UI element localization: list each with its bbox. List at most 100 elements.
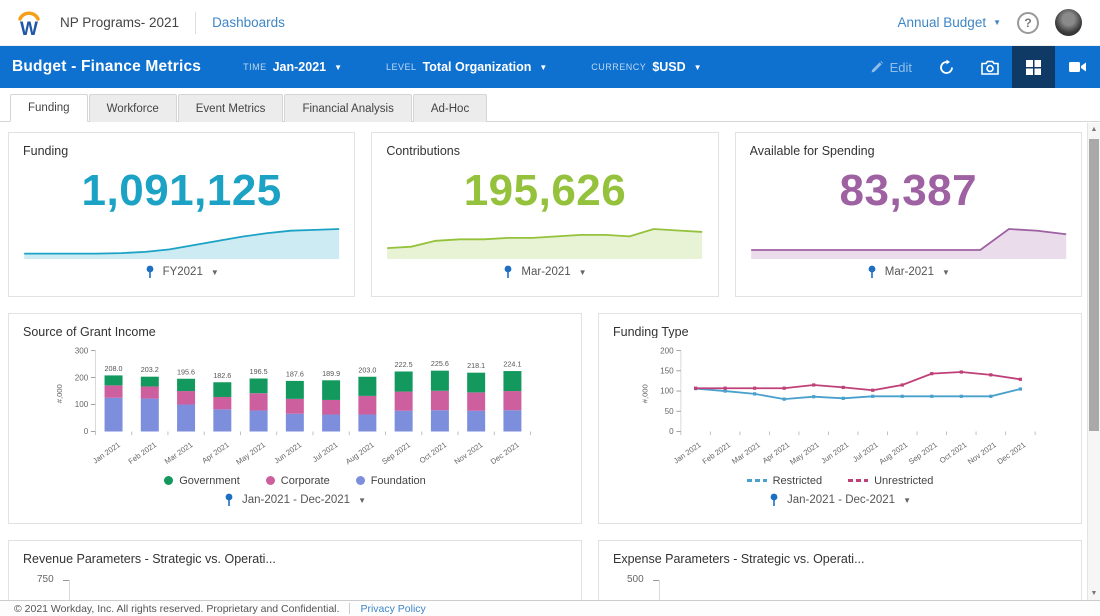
data-point[interactable]: [959, 394, 963, 398]
help-icon[interactable]: ?: [1017, 11, 1039, 34]
data-point[interactable]: [900, 382, 904, 387]
bar-segment-foundation[interactable]: [358, 414, 377, 432]
bar-segment-corporate[interactable]: [104, 384, 123, 398]
bar-segment-corporate[interactable]: [358, 395, 377, 415]
legend-item-corporate[interactable]: Corporate: [265, 475, 330, 487]
data-point[interactable]: [841, 385, 845, 389]
tab-event-metrics[interactable]: Event Metrics: [177, 94, 284, 122]
data-point[interactable]: [1018, 377, 1022, 381]
bar-segment-government[interactable]: [249, 378, 268, 393]
annual-budget-menu[interactable]: Annual Budget ▼: [898, 15, 1002, 30]
bar-segment-foundation[interactable]: [104, 397, 123, 432]
pin-icon: [770, 493, 778, 507]
legend-item-government[interactable]: Government: [164, 475, 240, 487]
data-point[interactable]: [723, 386, 727, 390]
data-point[interactable]: [900, 394, 904, 398]
data-point[interactable]: [753, 386, 757, 390]
screenshot-button[interactable]: [968, 46, 1012, 88]
x-tick-label: Jul 2021: [311, 440, 340, 464]
refresh-button[interactable]: [925, 46, 968, 88]
bar-segment-foundation[interactable]: [249, 410, 268, 432]
bar-segment-foundation[interactable]: [430, 409, 449, 432]
data-point[interactable]: [989, 372, 993, 377]
bar-segment-government[interactable]: [503, 370, 522, 391]
dashboards-link[interactable]: Dashboards: [212, 15, 285, 30]
bar-segment-foundation[interactable]: [285, 413, 304, 432]
funding-type-legend: Restricted Unrestricted: [613, 472, 1067, 488]
funding-period-selector[interactable]: FY2021 ▼: [23, 259, 340, 285]
bar-segment-foundation[interactable]: [140, 398, 159, 432]
bar-segment-corporate[interactable]: [322, 399, 341, 415]
data-point[interactable]: [959, 370, 963, 374]
pin-icon: [225, 493, 233, 507]
bar-segment-government[interactable]: [430, 370, 449, 391]
currency-filter[interactable]: CURRENCY $USD ▼: [591, 60, 701, 74]
bar-segment-corporate[interactable]: [249, 392, 268, 411]
bar-segment-foundation[interactable]: [394, 410, 413, 432]
data-point[interactable]: [723, 389, 727, 393]
bar-segment-corporate[interactable]: [467, 391, 486, 411]
funding-type-period-selector[interactable]: Jan-2021 - Dec-2021 ▼: [613, 489, 1067, 512]
scrollbar-thumb[interactable]: [1089, 139, 1099, 431]
bar-segment-corporate[interactable]: [503, 390, 522, 410]
tab-workforce[interactable]: Workforce: [88, 94, 177, 122]
edit-button[interactable]: Edit: [857, 46, 925, 88]
tab-ad-hoc[interactable]: Ad-Hoc: [412, 94, 488, 122]
bar-segment-foundation[interactable]: [322, 414, 341, 432]
bar-segment-government[interactable]: [467, 372, 486, 392]
bar-segment-foundation[interactable]: [177, 404, 196, 432]
bar-segment-government[interactable]: [394, 371, 413, 392]
data-point[interactable]: [694, 386, 698, 390]
grant-income-period-selector[interactable]: Jan-2021 - Dec-2021 ▼: [23, 489, 567, 512]
legend-item-unrestricted[interactable]: Unrestricted: [848, 475, 933, 487]
data-point[interactable]: [812, 382, 816, 387]
data-point[interactable]: [782, 397, 786, 401]
bar-segment-government[interactable]: [285, 380, 304, 399]
video-button[interactable]: [1055, 46, 1100, 88]
bar-segment-corporate[interactable]: [430, 390, 449, 410]
bar-segment-government[interactable]: [358, 376, 377, 396]
privacy-policy-link[interactable]: Privacy Policy: [360, 603, 425, 615]
legend-item-foundation[interactable]: Foundation: [355, 475, 426, 487]
bar-segment-government[interactable]: [177, 378, 196, 391]
bar-segment-corporate[interactable]: [140, 386, 159, 399]
bar-segment-corporate[interactable]: [394, 391, 413, 411]
data-point[interactable]: [841, 396, 845, 400]
avatar[interactable]: [1055, 9, 1082, 36]
workday-logo-icon[interactable]: W: [14, 7, 44, 39]
chevron-down-icon: ▼: [358, 495, 366, 505]
contributions-period-selector[interactable]: Mar-2021 ▼: [386, 259, 703, 285]
data-point[interactable]: [930, 394, 934, 398]
data-point[interactable]: [989, 394, 993, 398]
bar-segment-foundation[interactable]: [213, 408, 232, 432]
tab-financial-analysis[interactable]: Financial Analysis: [284, 94, 412, 122]
dashboard-grid-button[interactable]: [1012, 46, 1055, 88]
data-point[interactable]: [930, 371, 934, 375]
vertical-scrollbar[interactable]: ▲ ▼: [1087, 123, 1100, 600]
x-tick-label: Aug 2021: [877, 440, 909, 466]
data-point[interactable]: [782, 386, 786, 390]
bar-total-label: 189.9: [322, 368, 340, 377]
data-point[interactable]: [812, 394, 816, 398]
bar-segment-government[interactable]: [213, 381, 232, 397]
bar-segment-corporate[interactable]: [177, 390, 196, 405]
data-point[interactable]: [871, 394, 875, 398]
bar-segment-corporate[interactable]: [213, 396, 232, 409]
bar-segment-foundation[interactable]: [467, 410, 486, 432]
level-filter[interactable]: LEVEL Total Organization ▼: [386, 60, 547, 74]
scroll-up-arrow[interactable]: ▲: [1088, 123, 1100, 136]
bar-segment-government[interactable]: [140, 376, 159, 387]
available-spending-period-selector[interactable]: Mar-2021 ▼: [750, 259, 1067, 285]
scroll-down-arrow[interactable]: ▼: [1088, 587, 1100, 600]
data-point[interactable]: [1018, 386, 1022, 391]
data-point[interactable]: [871, 388, 875, 392]
dashboard-content: Funding 1,091,125 FY2021 ▼ Contributions…: [0, 122, 1100, 600]
legend-item-restricted[interactable]: Restricted: [746, 475, 822, 487]
data-point[interactable]: [753, 391, 757, 396]
bar-segment-government[interactable]: [104, 374, 123, 385]
time-filter[interactable]: TIME Jan-2021 ▼: [243, 60, 342, 74]
bar-segment-corporate[interactable]: [285, 398, 304, 414]
tab-funding[interactable]: Funding: [10, 94, 88, 122]
bar-segment-foundation[interactable]: [503, 409, 522, 432]
bar-segment-government[interactable]: [322, 379, 341, 400]
